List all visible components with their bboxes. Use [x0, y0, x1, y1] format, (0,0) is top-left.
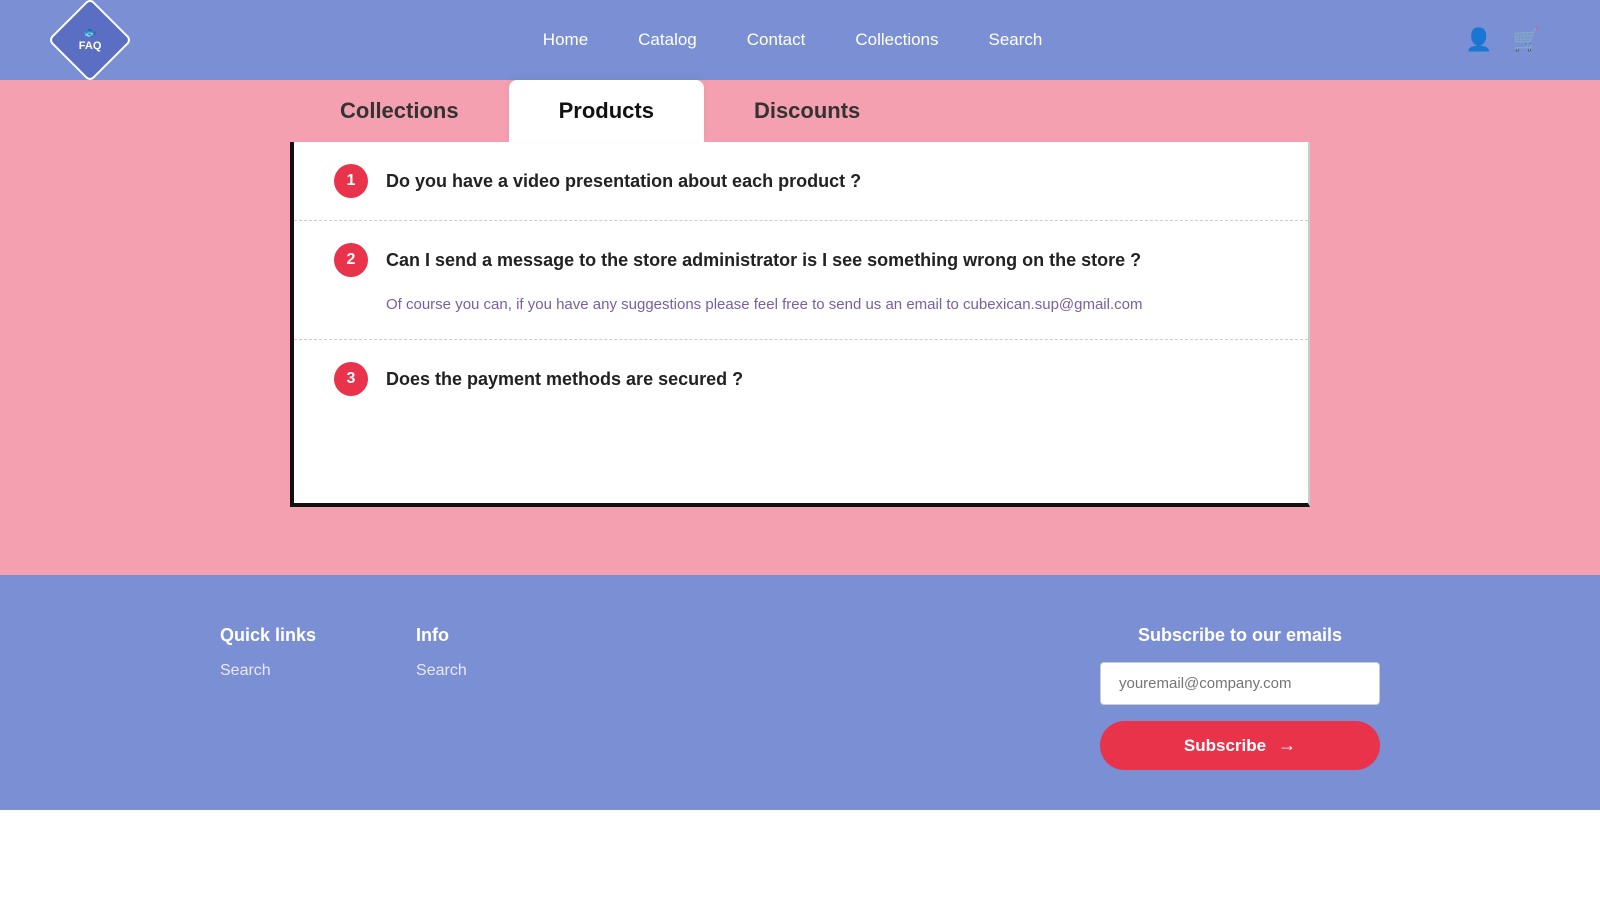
nav-catalog[interactable]: Catalog [638, 30, 697, 50]
cart-icon[interactable]: 🛒 [1513, 27, 1540, 53]
tab-collections[interactable]: Collections [290, 80, 509, 142]
logo-text: FAQ [79, 40, 102, 53]
subscribe-title: Subscribe to our emails [1138, 625, 1342, 646]
faq-item-2: 2 Can I send a message to the store admi… [294, 221, 1308, 340]
faq-answer-2: Of course you can, if you have any sugge… [386, 293, 1268, 317]
email-input[interactable] [1100, 662, 1380, 705]
arrow-icon: → [1278, 735, 1296, 756]
main-nav: Home Catalog Contact Collections Search [543, 30, 1043, 50]
site-footer: Quick links Search Info Search Subscribe… [0, 575, 1600, 810]
tab-discounts[interactable]: Discounts [704, 80, 910, 142]
footer-subscribe: Subscribe to our emails Subscribe → [1100, 625, 1380, 770]
faq-question-row-2: 2 Can I send a message to the store admi… [334, 243, 1268, 277]
faq-question-row-1: 1 Do you have a video presentation about… [334, 164, 1268, 198]
footer-search-link-2[interactable]: Search [416, 662, 467, 680]
user-icon[interactable]: 👤 [1465, 27, 1492, 53]
faq-item-1: 1 Do you have a video presentation about… [294, 142, 1308, 221]
faq-number-3: 3 [334, 362, 368, 396]
tab-products[interactable]: Products [509, 80, 704, 142]
header-icons: 👤 🛒 [1465, 27, 1540, 53]
tab-bar: Collections Products Discounts [290, 80, 1310, 142]
faq-question-3: Does the payment methods are secured ? [386, 369, 743, 390]
footer-left: Quick links Search Info Search [220, 625, 467, 680]
nav-contact[interactable]: Contact [747, 30, 806, 50]
faq-container: Collections Products Discounts 1 Do you … [290, 80, 1310, 507]
faq-question-1: Do you have a video presentation about e… [386, 171, 861, 192]
main-content-area: Collections Products Discounts 1 Do you … [0, 80, 1600, 575]
faq-number-2: 2 [334, 243, 368, 277]
site-header: 🐟 FAQ Home Catalog Contact Collections S… [0, 0, 1600, 80]
nav-collections[interactable]: Collections [855, 30, 938, 50]
footer-quick-links: Quick links Search [220, 625, 316, 680]
faq-question-row-3: 3 Does the payment methods are secured ? [334, 362, 1268, 396]
logo[interactable]: 🐟 FAQ [60, 10, 120, 70]
faq-panel: 1 Do you have a video presentation about… [290, 142, 1310, 507]
quick-links-title: Quick links [220, 625, 316, 646]
faq-item-3: 3 Does the payment methods are secured ? [294, 340, 1308, 418]
faq-number-1: 1 [334, 164, 368, 198]
subscribe-button[interactable]: Subscribe → [1100, 721, 1380, 770]
subscribe-label: Subscribe [1184, 736, 1266, 756]
nav-search[interactable]: Search [989, 30, 1043, 50]
footer-info: Info Search [416, 625, 467, 680]
footer-search-link-1[interactable]: Search [220, 662, 316, 680]
faq-question-2: Can I send a message to the store admini… [386, 250, 1141, 271]
nav-home[interactable]: Home [543, 30, 588, 50]
info-title: Info [416, 625, 467, 646]
